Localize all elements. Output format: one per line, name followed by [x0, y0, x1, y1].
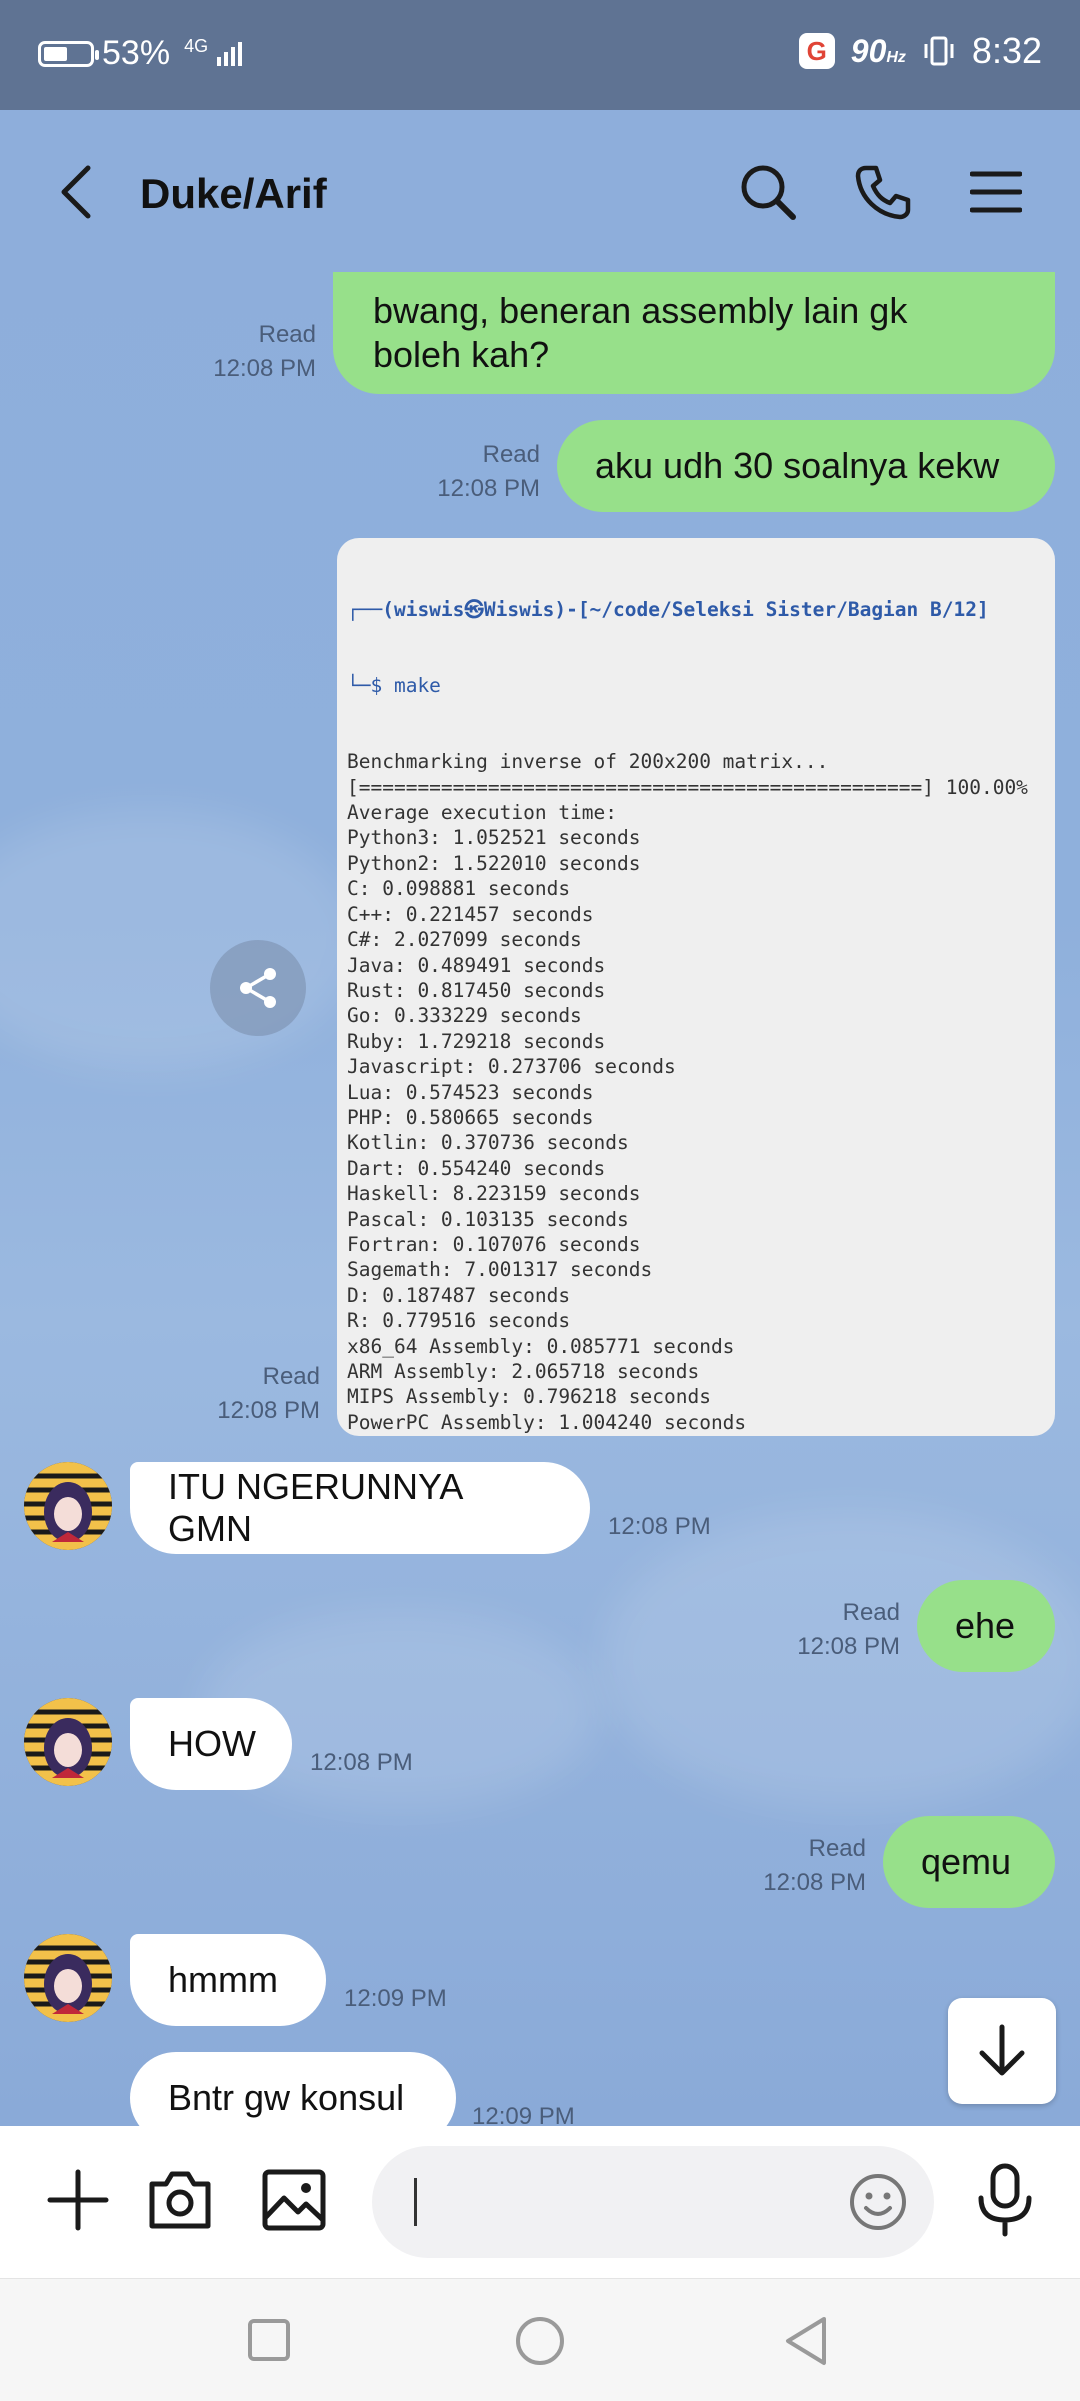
microphone-icon[interactable]: [974, 2162, 1036, 2238]
clock: 8:32: [971, 30, 1042, 71]
terminal-line: ARM Assembly: 2.065718 seconds: [347, 1360, 700, 1383]
message-meta: Read 12:08 PM: [213, 321, 316, 382]
message-meta: Read 12:08 PM: [217, 1363, 320, 1424]
terminal-line: Java: 0.489491 seconds: [347, 953, 606, 977]
contact-avatar[interactable]: [24, 1934, 112, 2022]
message-meta: Read 12:08 PM: [797, 1599, 900, 1660]
terminal-line: Ruby: 1.729218 seconds: [347, 1029, 606, 1053]
call-icon[interactable]: [852, 162, 912, 222]
terminal-line: Go: 0.333229 seconds: [347, 1004, 582, 1028]
terminal-line: R: 0.779516 seconds: [347, 1309, 571, 1333]
message-bubble-incoming[interactable]: Bntr gw konsul: [130, 2052, 456, 2126]
terminal-line: C++: 0.221457 seconds: [347, 902, 594, 926]
terminal-line: Javascript: 0.273706 seconds: [347, 1055, 676, 1079]
back-nav-icon[interactable]: [782, 2315, 830, 2367]
terminal-screenshot-image[interactable]: ┌──(wiswis㉿Wiswis)-[~/code/Seleksi Siste…: [337, 538, 1055, 1436]
google-icon: G: [798, 33, 835, 69]
terminal-line: Sagemath: 7.001317 seconds: [347, 1258, 653, 1282]
chat-title[interactable]: Duke/Arif: [140, 170, 327, 218]
system-nav-bar: [0, 2278, 1080, 2401]
message-bubble-outgoing[interactable]: aku udh 30 soalnya kekw: [557, 420, 1055, 512]
battery-icon: [38, 40, 99, 67]
refresh-rate: 90Hz: [850, 32, 906, 69]
terminal-line: Fortran: 0.107076 seconds: [347, 1232, 641, 1256]
message-time: 12:08 PM: [608, 1513, 711, 1540]
message-bubble-incoming[interactable]: HOW: [130, 1698, 292, 1790]
terminal-line: [=======================================…: [347, 775, 1028, 799]
status-bar: 53% 4G G 90Hz 8:32: [0, 0, 1080, 110]
terminal-line: C#: 2.027099 seconds: [347, 928, 582, 952]
message-bubble-incoming[interactable]: ITU NGERUNNYA GMN: [130, 1462, 590, 1554]
terminal-line: Benchmarking inverse of 200x200 matrix..…: [347, 750, 829, 774]
share-icon: [240, 968, 276, 1008]
signal-icon: [217, 41, 243, 66]
back-arrow-icon[interactable]: [56, 162, 96, 222]
terminal-line: PHP: 0.580665 seconds: [347, 1105, 594, 1129]
message-text: ITU NGERUNNYA GMN: [168, 1466, 462, 1549]
terminal-line: Python2: 1.522010 seconds: [347, 851, 641, 875]
contact-avatar[interactable]: [24, 1462, 112, 1550]
contact-avatar[interactable]: [24, 1698, 112, 1786]
plus-icon[interactable]: [46, 2168, 110, 2232]
scroll-to-bottom-button[interactable]: [948, 1998, 1056, 2104]
text-cursor: [414, 2178, 417, 2226]
message-text: aku udh 30 soalnya kekw: [595, 445, 1000, 486]
message-input[interactable]: [372, 2146, 934, 2258]
message-time: 12:09 PM: [472, 2103, 575, 2126]
terminal-prompt: ┌──(wiswis㉿Wiswis)-[~/code/Seleksi Siste…: [347, 597, 989, 621]
arrow-down-icon: [979, 2024, 1025, 2076]
message-text: Bntr gw konsul: [168, 2077, 405, 2118]
chat-header: Duke/Arif: [0, 110, 1080, 270]
terminal-line: x86_64 Assembly: 0.085771 seconds: [347, 1334, 735, 1358]
message-text: qemu: [921, 1841, 1012, 1882]
emoji-icon[interactable]: [848, 2172, 908, 2232]
terminal-line: Dart: 0.554240 seconds: [347, 1156, 606, 1180]
message-time: 12:08 PM: [310, 1749, 413, 1776]
terminal-line: MIPS Assembly: 0.796218 seconds: [347, 1385, 711, 1409]
message-bubble-incoming[interactable]: hmmm: [130, 1934, 326, 2026]
terminal-line: Haskell: 8.223159 seconds: [347, 1182, 641, 1206]
message-meta: Read 12:08 PM: [437, 441, 540, 502]
terminal-line: PowerPC Assembly: 1.004240 seconds: [347, 1410, 747, 1434]
message-text: HOW: [168, 1723, 256, 1764]
terminal-output: Benchmarking inverse of 200x200 matrix..…: [347, 749, 1045, 1436]
message-text: bwang, beneran assembly lain gk boleh ka…: [373, 290, 908, 375]
message-clip: Bntr gw konsul 12:09 PM: [0, 2040, 1080, 2126]
home-icon[interactable]: [514, 2315, 566, 2367]
share-button[interactable]: [210, 940, 306, 1036]
terminal-line: Lua: 0.574523 seconds: [347, 1080, 594, 1104]
message-meta: Read 12:08 PM: [763, 1835, 866, 1896]
terminal-line: C: 0.098881 seconds: [347, 877, 571, 901]
message-input-bar: [0, 2126, 1080, 2278]
terminal-line: Average execution time:: [347, 801, 618, 825]
menu-icon[interactable]: [970, 162, 1022, 222]
terminal-line: Python3: 1.052521 seconds: [347, 826, 641, 850]
recents-icon[interactable]: [246, 2317, 292, 2363]
message-text: hmmm: [168, 1959, 278, 2000]
search-icon[interactable]: [738, 162, 798, 222]
message-bubble-outgoing[interactable]: bwang, beneran assembly lain gk boleh ka…: [333, 272, 1055, 394]
vibrate-icon: [924, 36, 954, 66]
camera-icon[interactable]: [146, 2166, 214, 2234]
message-bubble-outgoing[interactable]: ehe: [917, 1580, 1055, 1672]
terminal-command: └─$ make: [347, 674, 441, 698]
battery-percent: 53%: [102, 34, 171, 72]
terminal-line: Pascal: 0.103135 seconds: [347, 1207, 629, 1231]
message-time: 12:09 PM: [344, 1985, 447, 2012]
terminal-line: Rust: 0.817450 seconds: [347, 978, 606, 1002]
terminal-line: Kotlin: 0.370736 seconds: [347, 1131, 629, 1155]
network-type: 4G: [184, 36, 209, 56]
terminal-line: RISC-V Assembly: 0.567091 seconds: [347, 1435, 1045, 1436]
message-bubble-outgoing[interactable]: qemu: [883, 1816, 1055, 1908]
terminal-line: D: 0.187487 seconds: [347, 1283, 571, 1307]
image-icon[interactable]: [260, 2166, 328, 2234]
message-text: ehe: [955, 1605, 1016, 1646]
